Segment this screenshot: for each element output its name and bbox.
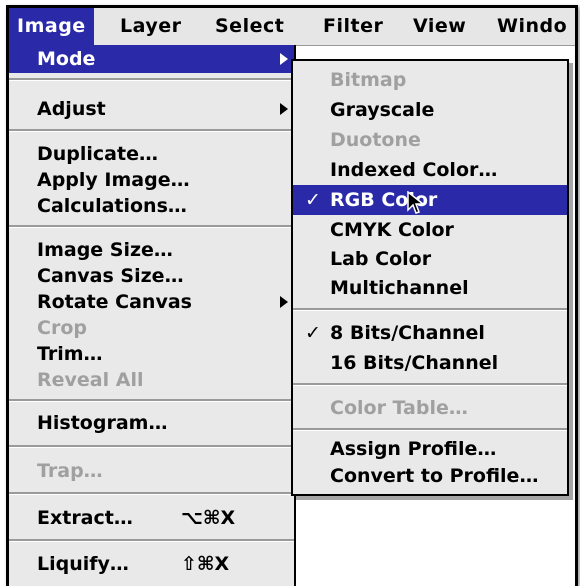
menu-divider [9,539,294,542]
menu-item-adjust[interactable]: Adjust [9,95,294,123]
submenu-item-duotone: Duotone [330,129,421,151]
checkmark-icon: ✓ [305,189,321,211]
menu-item-extract[interactable]: Extract… ⌥⌘X [9,504,294,532]
submenu-item-multichannel[interactable]: Multichannel [293,273,567,303]
menu-item-calculations[interactable]: Calculations… [9,192,294,220]
menu-item-apply-image[interactable]: Apply Image… [9,166,294,194]
menu-item-liquify[interactable]: Liquify… ⇧⌘X [9,550,294,578]
menu-item-trap: Trap… [37,460,103,482]
mode-submenu: Bitmap Grayscale Duotone Indexed Color… … [291,59,569,496]
submenu-item-convert-to-profile[interactable]: Convert to Profile… [293,461,567,491]
menu-item-label: Liquify… [37,553,129,575]
menu-divider [9,225,294,228]
menu-item-histogram[interactable]: Histogram… [9,409,294,437]
shortcut-label: ⌥⌘X [181,507,236,529]
screenshot-frame: Image Layer Select Filter View Windo Mod… [6,5,578,586]
submenu-item-bitmap: Bitmap [330,69,407,91]
submenu-item-lab-color[interactable]: Lab Color [293,244,567,274]
menu-item-trim[interactable]: Trim… [9,340,294,368]
submenu-arrow-icon [280,103,288,115]
menu-item-canvas-size[interactable]: Canvas Size… [9,262,294,290]
submenu-item-16-bits[interactable]: 16 Bits/Channel [293,348,567,378]
submenu-item-rgb-color[interactable]: ✓ RGB Color [293,185,567,215]
menu-item-label: Rotate Canvas [37,291,192,313]
menu-filter[interactable]: Filter [315,8,391,45]
submenu-item-color-table: Color Table… [330,397,468,419]
menu-bar: Image Layer Select Filter View Windo [9,8,575,46]
submenu-item-indexed-color[interactable]: Indexed Color… [293,155,567,185]
menu-divider [9,492,294,495]
checkmark-icon: ✓ [305,322,321,344]
menu-item-image-size[interactable]: Image Size… [9,236,294,264]
submenu-divider [293,308,567,311]
menu-divider [9,78,294,81]
submenu-arrow-icon [280,53,288,65]
submenu-item-grayscale[interactable]: Grayscale [293,95,567,125]
submenu-arrow-icon [280,296,288,308]
menu-layer[interactable]: Layer [112,8,190,45]
menu-divider [9,399,294,402]
submenu-item-label: 8 Bits/Channel [330,322,485,344]
menu-image[interactable]: Image [9,8,94,45]
menu-item-rotate-canvas[interactable]: Rotate Canvas [9,288,294,316]
submenu-divider [293,428,567,431]
menu-item-label: Mode [37,48,96,70]
menu-divider [9,129,294,132]
mouse-pointer-icon [407,191,425,214]
submenu-item-cmyk-color[interactable]: CMYK Color [293,215,567,245]
menu-item-label: Adjust [37,98,106,120]
submenu-item-assign-profile[interactable]: Assign Profile… [293,434,567,464]
menu-view[interactable]: View [405,8,474,45]
image-menu: Mode Adjust Duplicate… Apply Image… Calc… [9,45,296,586]
submenu-divider [293,383,567,386]
menu-item-reveal-all: Reveal All [37,369,144,391]
menu-window[interactable]: Windo [489,8,575,45]
menu-item-duplicate[interactable]: Duplicate… [9,140,294,168]
menu-item-mode[interactable]: Mode [9,45,294,73]
menu-item-crop: Crop [37,317,87,339]
menu-select[interactable]: Select [207,8,292,45]
submenu-item-8-bits[interactable]: ✓ 8 Bits/Channel [293,318,567,348]
menu-divider [9,445,294,448]
menu-item-label: Extract… [37,507,133,529]
shortcut-label: ⇧⌘X [181,553,230,575]
